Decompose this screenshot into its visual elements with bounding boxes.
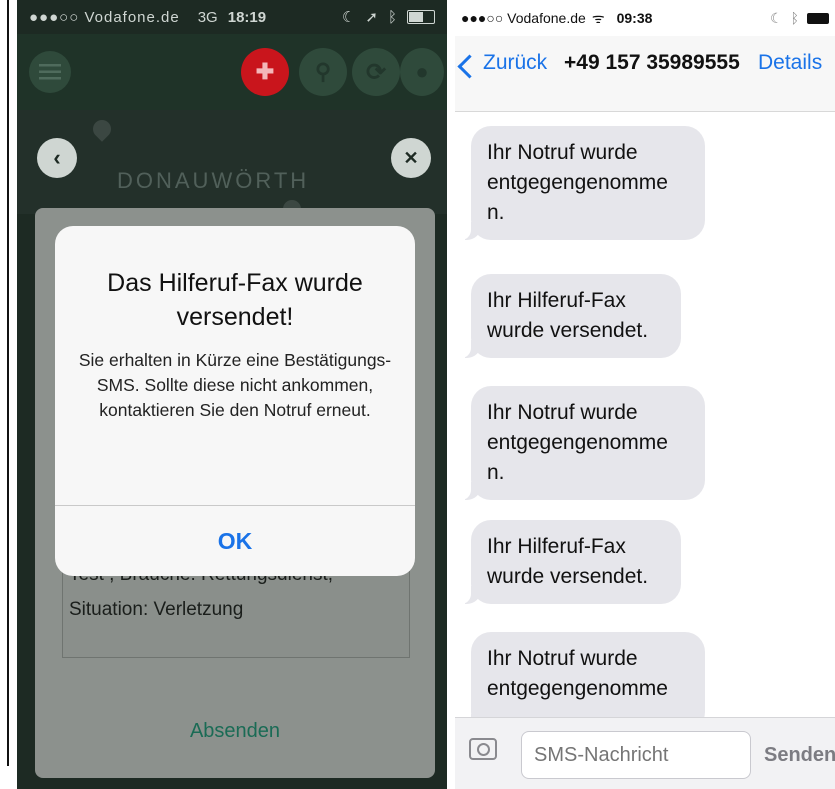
location-arrow-icon: ➚ [365,9,378,26]
status-bar: ●●●○○ Vodafone.de 3G 18:19 ☾ ➚ ᛒ [17,0,447,34]
search-location-icon: ⚲ [314,59,332,84]
message-bubble[interactable]: Ihr Hilferuf-Fax wurde versendet. [459,274,681,358]
message-bubble[interactable]: Ihr Hilferuf-Fax wurde versendet. [459,520,681,604]
frame-divider [7,0,9,766]
refresh-button[interactable]: ⟳ [352,48,400,96]
bluetooth-icon: ᛒ [790,10,799,26]
app-toolbar: ✚ ⚲ ⟳ ● [17,34,447,110]
conversation-header: Zurück +49 157 35989555 Details [455,36,835,112]
network-type: 3G [197,8,218,26]
pharmacy-button[interactable]: ⚲ [299,48,347,96]
camera-icon[interactable] [469,738,497,760]
battery-icon [407,10,435,24]
profile-button[interactable]: ● [400,48,444,96]
alert-title: Das Hilferuf-Fax wurde versendet! [107,269,363,331]
sms-input[interactable] [521,731,751,779]
status-time: 09:38 [616,10,653,26]
map-town-label: DONAUWÖRTH [117,168,310,193]
chevron-left-icon[interactable] [457,54,482,79]
emergency-app-screen: ●●●○○ Vodafone.de 3G 18:19 ☾ ➚ ᛒ ✚ ⚲ ⟳ ●… [17,0,447,789]
emergency-icon: ✚ [255,59,275,84]
carrier-name: ●●●○○ Vodafone.de [461,10,586,26]
carrier-name: ●●●○○ Vodafone.de [29,8,180,26]
back-button[interactable]: Zurück [483,51,547,75]
message-line: Situation: Verletzung [69,599,244,620]
message-bubble[interactable]: Ihr Notruf wurde entgegengenomme n. [459,126,705,240]
emergency-button[interactable]: ✚ [241,48,289,96]
status-time: 18:19 [227,8,267,26]
close-button[interactable]: ✕ [391,138,431,178]
menu-button[interactable] [29,51,71,93]
ok-button[interactable]: OK [55,506,415,576]
close-icon: ✕ [403,147,419,168]
alert-message: Sie erhalten in Kürze eine Bestätigungs-… [78,350,392,420]
map-view[interactable]: DONAUWÖRTH [17,110,447,222]
moon-icon: ☾ [341,9,356,26]
senden-button[interactable]: Senden [764,744,835,767]
map-pin-icon [89,116,115,142]
messages-screen: ●●●○○ Vodafone.de ᯤ 09:38 ☾ ᛒ Zurück +49… [455,0,835,789]
status-bar: ●●●○○ Vodafone.de ᯤ 09:38 ☾ ᛒ [455,0,835,36]
confirmation-alert: Das Hilferuf-Fax wurde versendet! Sie er… [55,226,415,576]
wifi-icon: ᯤ [591,9,605,26]
battery-icon [807,12,829,24]
chevron-left-icon: ‹ [53,145,61,170]
back-button[interactable]: ‹ [37,138,77,178]
refresh-icon: ⟳ [365,58,387,86]
message-composer: Senden [455,717,835,789]
user-icon: ● [415,59,429,84]
absenden-button[interactable]: Absenden [35,720,435,743]
contact-number: +49 157 35989555 [564,51,740,74]
bluetooth-icon: ᛒ [387,8,397,26]
message-bubble[interactable]: Ihr Notruf wurde entgegengenomme n. [459,386,705,500]
moon-icon: ☾ [770,9,783,26]
menu-icon [39,64,61,80]
details-button[interactable]: Details [758,51,822,75]
